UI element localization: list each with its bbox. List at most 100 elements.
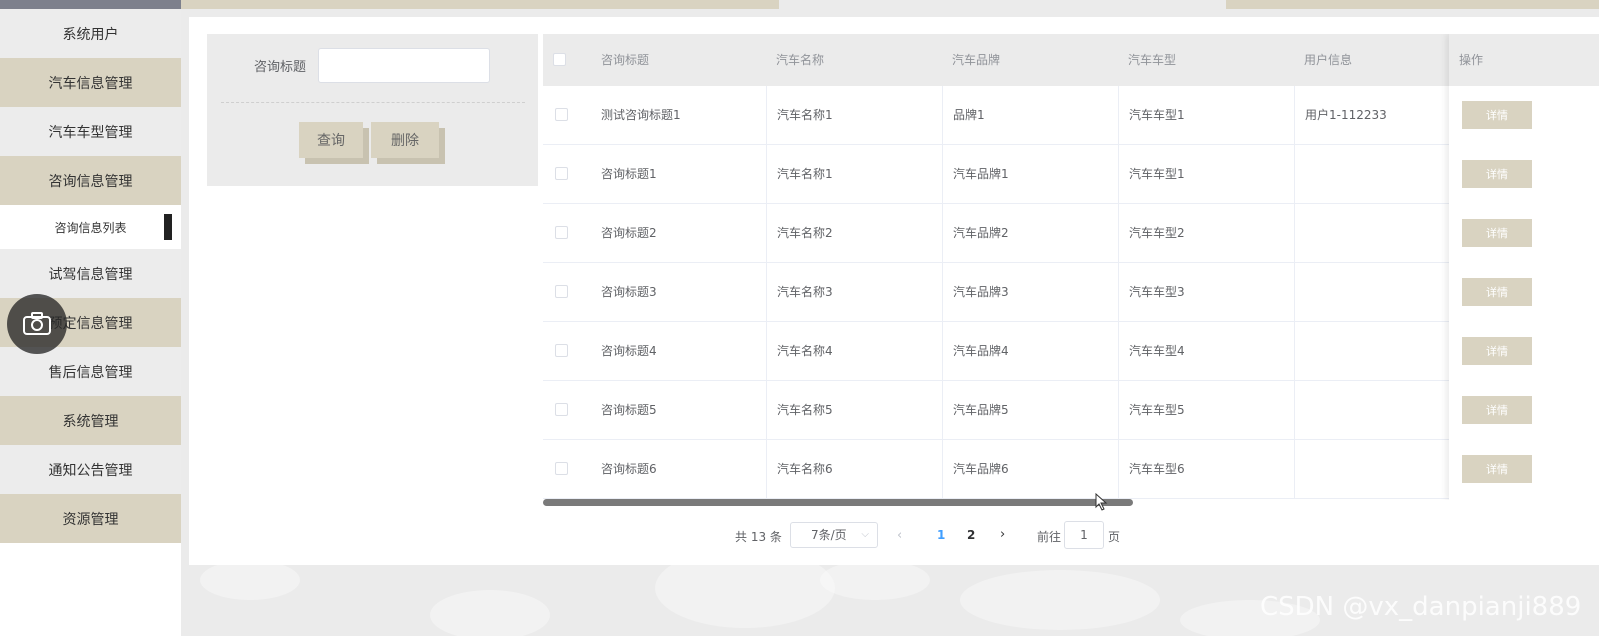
header-actions: 操作: [1449, 34, 1599, 86]
sidebar-item-label: 通知公告管理: [48, 462, 133, 479]
sidebar-item-label: 咨询信息列表: [54, 220, 127, 235]
cell-title: 咨询标题4: [591, 322, 767, 381]
sidebar-item-label: 咨询信息管理: [48, 173, 133, 190]
cell-model: 汽车车型4: [1119, 322, 1295, 381]
detail-button[interactable]: 详情: [1462, 219, 1532, 247]
header-model: 汽车车型: [1128, 53, 1177, 67]
cell-brand: 汽车品牌5: [943, 381, 1119, 440]
search-input[interactable]: [318, 48, 490, 83]
cell-brand: 汽车品牌3: [943, 263, 1119, 322]
table-row: 咨询标题4 汽车名称4 汽车品牌4 汽车车型4: [543, 322, 1599, 381]
cell-brand: 品牌1: [943, 86, 1119, 145]
cell-model: 汽车车型1: [1119, 145, 1295, 204]
goto-page-input[interactable]: 1: [1064, 521, 1104, 549]
cell-car-name: 汽车名称1: [767, 145, 943, 204]
active-indicator: [164, 214, 172, 240]
select-all-checkbox[interactable]: [553, 53, 566, 66]
background-bubble: [960, 570, 1160, 630]
header-title: 咨询标题: [601, 53, 650, 67]
sidebar-item-notice[interactable]: 通知公告管理: [0, 445, 181, 494]
cell-user: [1295, 145, 1471, 204]
sidebar-item-label: 试驾信息管理: [48, 266, 133, 283]
cell-model: 汽车车型2: [1119, 204, 1295, 263]
cell-car-name: 汽车名称2: [767, 204, 943, 263]
header-brand: 汽车品牌: [952, 53, 1001, 67]
actions-column: 操作 详情 详情 详情 详情 详情 详情 详情: [1449, 34, 1599, 500]
sidebar-item-resource[interactable]: 资源管理: [0, 494, 181, 543]
sidebar-item-system-users[interactable]: 系统用户: [0, 9, 181, 58]
top-strip-accent-left: [181, 0, 779, 9]
sidebar-item-system-admin[interactable]: 系统管理: [0, 396, 181, 445]
cell-user: 用户1-112233: [1295, 86, 1471, 145]
cell-user: [1295, 204, 1471, 263]
sidebar-item-after-sales[interactable]: 售后信息管理: [0, 347, 181, 396]
cell-car-name: 汽车名称1: [767, 86, 943, 145]
row-checkbox[interactable]: [555, 226, 568, 239]
sidebar-subitem-consult-list[interactable]: 咨询信息列表: [0, 205, 181, 249]
header-car-name: 汽车名称: [776, 53, 825, 67]
sidebar-item-label: 汽车车型管理: [48, 124, 133, 141]
chevron-down-icon: ⌵: [861, 529, 869, 540]
page-size-select[interactable]: 7条/页 ⌵: [790, 522, 878, 548]
horizontal-scrollbar[interactable]: [543, 499, 1133, 506]
table-header: 咨询标题 汽车名称 汽车品牌 汽车车型 用户信息: [543, 34, 1599, 86]
detail-button[interactable]: 详情: [1462, 455, 1532, 483]
divider: [221, 102, 525, 103]
cell-user: [1295, 440, 1471, 499]
table-row: 咨询标题1 汽车名称1 汽车品牌1 汽车车型1: [543, 145, 1599, 204]
cell-title: 测试咨询标题1: [591, 86, 767, 145]
cell-model: 汽车车型3: [1119, 263, 1295, 322]
sidebar-item-label: 系统用户: [62, 26, 119, 43]
page-2[interactable]: 2: [967, 528, 975, 542]
sidebar-item-test-drive[interactable]: 试驾信息管理: [0, 249, 181, 298]
sidebar-item-label: 售后信息管理: [48, 364, 133, 381]
row-checkbox[interactable]: [555, 285, 568, 298]
sidebar-item-car-model[interactable]: 汽车车型管理: [0, 107, 181, 156]
table-row: 咨询标题2 汽车名称2 汽车品牌2 汽车车型2: [543, 204, 1599, 263]
background-bubble: [820, 560, 930, 600]
cell-title: 咨询标题3: [591, 263, 767, 322]
row-checkbox[interactable]: [555, 167, 568, 180]
row-checkbox[interactable]: [555, 108, 568, 121]
camera-icon[interactable]: [7, 294, 67, 354]
page-size-value: 7条/页: [811, 528, 847, 542]
header-user: 用户信息: [1304, 53, 1353, 67]
page-1[interactable]: 1: [937, 528, 945, 542]
cell-car-name: 汽车名称3: [767, 263, 943, 322]
cell-brand: 汽车品牌4: [943, 322, 1119, 381]
cell-car-name: 汽车名称6: [767, 440, 943, 499]
cell-title: 咨询标题5: [591, 381, 767, 440]
cell-model: 汽车车型6: [1119, 440, 1295, 499]
detail-button[interactable]: 详情: [1462, 278, 1532, 306]
search-label: 咨询标题: [254, 60, 307, 75]
row-checkbox[interactable]: [555, 344, 568, 357]
detail-button[interactable]: 详情: [1462, 337, 1532, 365]
cell-user: [1295, 381, 1471, 440]
next-page-icon[interactable]: ›: [1000, 527, 1005, 542]
row-checkbox[interactable]: [555, 462, 568, 475]
watermark: CSDN @vx_danpianji889: [1260, 592, 1582, 622]
prev-page-icon[interactable]: ‹: [897, 528, 902, 543]
table-row: 咨询标题6 汽车名称6 汽车品牌6 汽车车型6: [543, 440, 1599, 499]
total-count: 共 13 条: [735, 530, 782, 544]
cell-user: [1295, 322, 1471, 381]
data-table: 咨询标题 汽车名称 汽车品牌 汽车车型 用户信息 测试咨询标题1 汽车名称1 品牌1…: [543, 34, 1599, 500]
search-form: 咨询标题 查询 删除: [207, 34, 538, 186]
cell-model: 汽车车型1: [1119, 86, 1295, 145]
sidebar-item-consult-info[interactable]: 咨询信息管理: [0, 156, 181, 205]
delete-button[interactable]: 删除: [371, 122, 439, 158]
table-row: 测试咨询标题1 汽车名称1 品牌1 汽车车型1 用户1-112233: [543, 86, 1599, 145]
sidebar-item-label: 资源管理: [62, 511, 119, 528]
cell-brand: 汽车品牌6: [943, 440, 1119, 499]
row-checkbox[interactable]: [555, 403, 568, 416]
detail-button[interactable]: 详情: [1462, 101, 1532, 129]
query-button[interactable]: 查询: [299, 122, 363, 158]
cell-title: 咨询标题6: [591, 440, 767, 499]
table-row: 咨询标题3 汽车名称3 汽车品牌3 汽车车型3: [543, 263, 1599, 322]
page-suffix: 页: [1108, 530, 1121, 544]
top-strip-accent-right: [1226, 0, 1599, 9]
detail-button[interactable]: 详情: [1462, 160, 1532, 188]
background-bubble: [430, 590, 550, 636]
sidebar-item-car-info[interactable]: 汽车信息管理: [0, 58, 181, 107]
detail-button[interactable]: 详情: [1462, 396, 1532, 424]
